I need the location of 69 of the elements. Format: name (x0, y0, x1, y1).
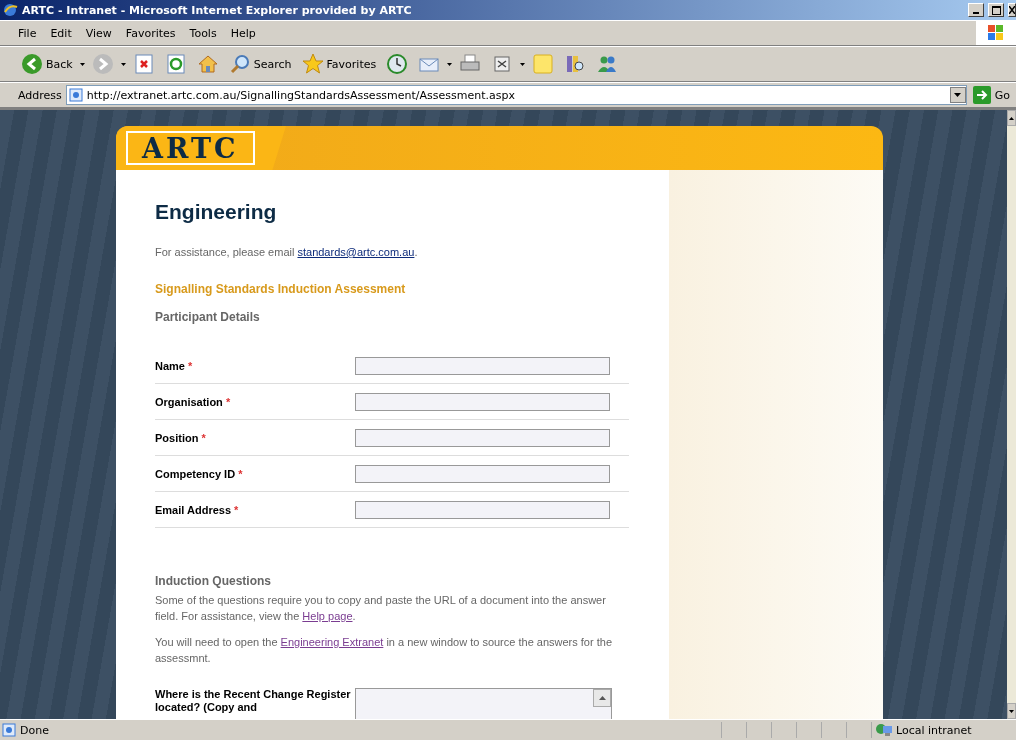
section-heading: Induction Questions (155, 574, 272, 588)
down-arrow-icon (1009, 709, 1014, 713)
input-field[interactable] (355, 500, 610, 519)
up-arrow-icon (598, 696, 606, 700)
favorites-button[interactable]: Favorites (298, 51, 380, 77)
scroll-up-button[interactable] (593, 689, 611, 707)
caret-icon (79, 62, 85, 66)
scroll-down-button[interactable] (1007, 703, 1016, 719)
caret-icon (954, 93, 962, 97)
windows-logo-icon (987, 24, 1005, 42)
menu-item[interactable]: Edit (44, 24, 78, 42)
help-link[interactable]: Engineering Extranet (280, 636, 384, 648)
menu-item[interactable]: View (79, 24, 118, 42)
star-icon (301, 53, 324, 75)
field-label: Competency ID * (155, 467, 244, 480)
field-label: Name * (155, 359, 194, 372)
field-label: Organisation * (155, 395, 232, 408)
section-title: Signalling Standards Induction Assessment (155, 282, 407, 296)
minimize-button[interactable] (968, 3, 984, 17)
menu-item[interactable]: Tools (183, 24, 223, 42)
section-heading: Participant Details (155, 310, 261, 324)
history-icon (386, 53, 409, 75)
url-text: http://extranet.artc.com.au/SignallingStandardsAssessment/Assessment.aspx (86, 88, 516, 102)
logo: ARTC (126, 131, 255, 165)
menu-item[interactable]: Help (224, 24, 262, 42)
stop-icon (132, 53, 155, 75)
back-button[interactable]: Back (18, 51, 76, 77)
window-title: ARTC - Intranet - Microsoft Internet Explorer provided by ARTC (22, 3, 413, 17)
status-text: Done (20, 723, 49, 737)
menu-item[interactable]: Favorites (119, 24, 182, 42)
assistance-text: For assistance, please email standards@artc.com.au. (155, 245, 419, 260)
address-label: Address (18, 88, 62, 102)
go-button[interactable]: Go (970, 86, 1012, 104)
help-link[interactable]: Help page (302, 610, 353, 622)
field-label: Position * (155, 431, 207, 444)
scrollbar[interactable] (1007, 110, 1016, 719)
note-icon (532, 53, 555, 75)
home-icon (196, 53, 219, 75)
caret-icon (447, 62, 453, 66)
answer-box[interactable] (355, 688, 612, 719)
input-field[interactable] (355, 392, 610, 411)
search-button[interactable]: Search (225, 51, 295, 77)
browser-icon (2, 2, 18, 18)
up-arrow-icon (1009, 116, 1014, 120)
scroll-up-button[interactable] (1007, 110, 1016, 126)
input-field[interactable] (355, 428, 610, 447)
maximize-icon (991, 5, 1001, 15)
instruction-text: Some of the questions require you to copy and paste the URL of a document into the answer field. For assistance, view the Help page. (155, 593, 607, 624)
close-icon (1009, 6, 1015, 14)
caret-icon (520, 62, 526, 66)
page-icon (2, 723, 16, 737)
network-icon (876, 723, 892, 737)
instruction-text: You will need to open the Engineering Extranet in a new window to source the answers for the assessmnt. (155, 635, 613, 666)
address-field[interactable]: http://extranet.artc.com.au/SignallingStandardsAssessment/Assessment.aspx (65, 85, 967, 105)
input-field[interactable] (355, 356, 610, 375)
refresh-icon (164, 53, 187, 75)
books-icon (564, 53, 587, 75)
menu-item[interactable]: File (12, 24, 43, 42)
page-heading: Engineering (155, 200, 278, 224)
dropdown-button[interactable] (949, 87, 966, 103)
search-icon (228, 53, 251, 75)
question-label: Where is the Recent Change Register located? (Copy and (155, 688, 352, 715)
caret-icon (120, 62, 126, 66)
zone-text: Local intranet (896, 723, 972, 737)
field-label: Email Address * (155, 503, 240, 516)
input-field[interactable] (355, 464, 610, 483)
page-icon (68, 88, 83, 102)
close-button[interactable] (1008, 3, 1016, 17)
maximize-button[interactable] (988, 3, 1004, 17)
